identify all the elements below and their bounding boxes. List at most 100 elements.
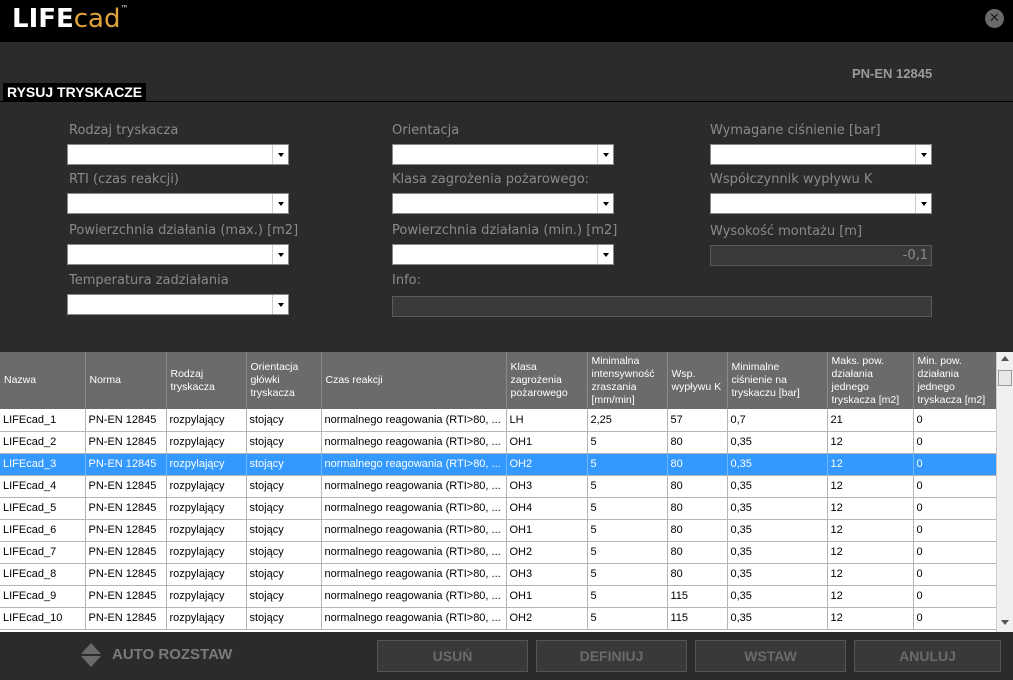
rodzaj-select[interactable] xyxy=(67,144,289,165)
table-cell[interactable]: normalnego reagowania (RTI>80, ... xyxy=(321,541,507,564)
table-cell[interactable]: normalnego reagowania (RTI>80, ... xyxy=(321,409,507,432)
column-header[interactable]: Minimalna intensywność zraszania [mm/min… xyxy=(587,352,668,409)
table-cell[interactable]: LIFEcad_2 xyxy=(0,431,86,454)
pow-min-select[interactable] xyxy=(392,244,614,265)
table-cell[interactable]: 80 xyxy=(667,475,728,498)
table-cell[interactable]: LIFEcad_8 xyxy=(0,563,86,586)
table-cell[interactable]: stojący xyxy=(246,563,322,586)
close-button[interactable]: ✕ xyxy=(985,9,1004,28)
table-cell[interactable]: rozpylający xyxy=(166,585,247,608)
table-cell[interactable]: OH2 xyxy=(506,541,588,564)
definiuj-button[interactable]: DEFINIUJ xyxy=(536,640,687,672)
table-cell[interactable]: 12 xyxy=(827,431,914,454)
table-cell[interactable]: 0 xyxy=(913,475,997,498)
table-cell[interactable]: 0 xyxy=(913,519,997,542)
table-cell[interactable]: 12 xyxy=(827,563,914,586)
table-cell[interactable]: PN-EN 12845 xyxy=(85,563,167,586)
table-cell[interactable]: normalnego reagowania (RTI>80, ... xyxy=(321,607,507,630)
chevron-down-icon[interactable] xyxy=(272,295,288,314)
table-cell[interactable]: stojący xyxy=(246,607,322,630)
table-cell[interactable]: normalnego reagowania (RTI>80, ... xyxy=(321,585,507,608)
table-cell[interactable]: 0 xyxy=(913,497,997,520)
table-cell[interactable]: normalnego reagowania (RTI>80, ... xyxy=(321,475,507,498)
chevron-down-icon[interactable] xyxy=(915,194,931,213)
cisnienie-select[interactable] xyxy=(710,144,932,165)
table-cell[interactable]: 12 xyxy=(827,519,914,542)
table-cell[interactable]: 80 xyxy=(667,563,728,586)
table-cell[interactable]: 115 xyxy=(667,607,728,630)
table-cell[interactable]: 0 xyxy=(913,409,997,432)
table-row[interactable]: LIFEcad_8 PN-EN 12845 rozpylający stojący no… xyxy=(0,563,997,586)
table-cell[interactable]: 5 xyxy=(587,475,668,498)
table-cell[interactable]: rozpylający xyxy=(166,563,247,586)
table-cell[interactable]: PN-EN 12845 xyxy=(85,475,167,498)
table-cell[interactable]: OH1 xyxy=(506,585,588,608)
table-cell[interactable]: PN-EN 12845 xyxy=(85,585,167,608)
table-cell[interactable]: 5 xyxy=(587,497,668,520)
table-cell[interactable]: rozpylający xyxy=(166,431,247,454)
column-header[interactable]: Czas reakcji xyxy=(321,352,507,409)
table-row[interactable]: LIFEcad_9 PN-EN 12845 rozpylający stojący no… xyxy=(0,585,997,608)
table-cell[interactable]: rozpylający xyxy=(166,497,247,520)
table-cell[interactable]: 2,25 xyxy=(587,409,668,432)
chevron-down-icon[interactable] xyxy=(272,194,288,213)
table-cell[interactable]: PN-EN 12845 xyxy=(85,519,167,542)
table-cell[interactable]: normalnego reagowania (RTI>80, ... xyxy=(321,497,507,520)
table-cell[interactable]: LIFEcad_10 xyxy=(0,607,86,630)
klasa-select[interactable] xyxy=(392,193,614,214)
table-cell[interactable]: 0,35 xyxy=(727,607,828,630)
scroll-down-icon[interactable] xyxy=(1001,620,1009,625)
table-cell[interactable]: normalnego reagowania (RTI>80, ... xyxy=(321,563,507,586)
chevron-down-icon[interactable] xyxy=(915,145,931,164)
table-row[interactable]: LIFEcad_10 PN-EN 12845 rozpylający stojący n… xyxy=(0,607,997,630)
wspolczynnik-select[interactable] xyxy=(710,193,932,214)
table-cell[interactable]: LH xyxy=(506,409,588,432)
table-cell[interactable]: 0 xyxy=(913,563,997,586)
table-cell[interactable]: OH2 xyxy=(506,453,588,476)
table-cell[interactable]: 80 xyxy=(667,519,728,542)
pow-max-select[interactable] xyxy=(67,244,289,265)
table-cell[interactable]: OH1 xyxy=(506,519,588,542)
table-cell[interactable]: 0,35 xyxy=(727,453,828,476)
table-cell[interactable]: rozpylający xyxy=(166,519,247,542)
table-cell[interactable]: 12 xyxy=(827,541,914,564)
table-row[interactable]: LIFEcad_7 PN-EN 12845 rozpylający stojący no… xyxy=(0,541,997,564)
table-cell[interactable]: 0,35 xyxy=(727,475,828,498)
table-cell[interactable]: 5 xyxy=(587,607,668,630)
orientacja-select[interactable] xyxy=(392,144,614,165)
table-cell[interactable]: 5 xyxy=(587,453,668,476)
table-cell[interactable]: stojący xyxy=(246,585,322,608)
table-cell[interactable]: 0,35 xyxy=(727,541,828,564)
table-cell[interactable]: PN-EN 12845 xyxy=(85,409,167,432)
column-header[interactable]: Rodzaj tryskacza xyxy=(166,352,247,409)
table-cell[interactable]: stojący xyxy=(246,519,322,542)
table-cell[interactable]: normalnego reagowania (RTI>80, ... xyxy=(321,431,507,454)
table-cell[interactable]: LIFEcad_5 xyxy=(0,497,86,520)
table-row[interactable]: LIFEcad_4 PN-EN 12845 rozpylający stojący no… xyxy=(0,475,997,498)
table-cell[interactable]: rozpylający xyxy=(166,475,247,498)
chevron-down-icon[interactable] xyxy=(597,145,613,164)
chevron-down-icon[interactable] xyxy=(272,145,288,164)
table-cell[interactable]: 5 xyxy=(587,585,668,608)
table-row[interactable]: LIFEcad_5 PN-EN 12845 rozpylający stojący no… xyxy=(0,497,997,520)
table-cell[interactable]: 57 xyxy=(667,409,728,432)
table-cell[interactable]: 0 xyxy=(913,453,997,476)
table-cell[interactable]: 5 xyxy=(587,519,668,542)
table-cell[interactable]: 5 xyxy=(587,541,668,564)
table-row[interactable]: LIFEcad_3 PN-EN 12845 rozpylający stojący no… xyxy=(0,453,997,476)
column-header[interactable]: Wsp. wypływu K xyxy=(667,352,728,409)
anuluj-button[interactable]: ANULUJ xyxy=(854,640,1001,672)
table-row[interactable]: LIFEcad_2 PN-EN 12845 rozpylający stojący no… xyxy=(0,431,997,454)
table-cell[interactable]: LIFEcad_7 xyxy=(0,541,86,564)
table-cell[interactable]: PN-EN 12845 xyxy=(85,541,167,564)
scroll-up-icon[interactable] xyxy=(1001,356,1009,361)
table-cell[interactable]: 12 xyxy=(827,453,914,476)
column-header[interactable]: Maks. pow. działania jednego tryskacza [… xyxy=(827,352,914,409)
table-cell[interactable]: LIFEcad_1 xyxy=(0,409,86,432)
table-cell[interactable]: stojący xyxy=(246,541,322,564)
column-header[interactable]: Orientacja główki tryskacza xyxy=(246,352,322,409)
table-cell[interactable]: PN-EN 12845 xyxy=(85,607,167,630)
column-header[interactable]: Norma xyxy=(85,352,167,409)
table-cell[interactable]: PN-EN 12845 xyxy=(85,453,167,476)
sprinkler-table[interactable]: Nazwa Norma Rodzaj tryskacza Orientacja … xyxy=(0,352,1013,632)
